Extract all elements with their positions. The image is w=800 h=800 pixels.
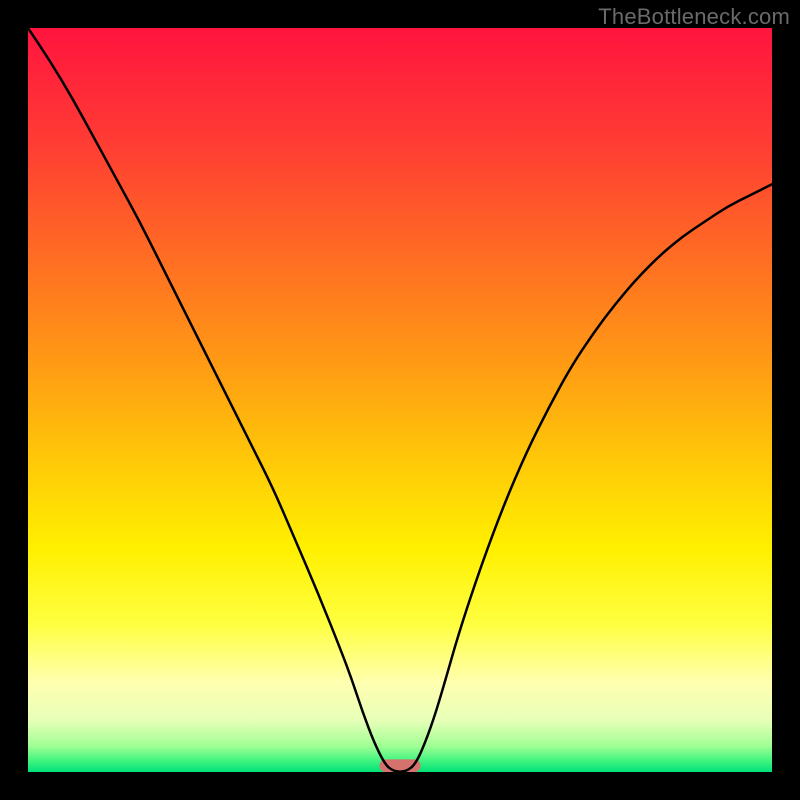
plot-area [28,28,772,772]
plot-svg [28,28,772,772]
gradient-background [28,28,772,772]
watermark-label: TheBottleneck.com [598,4,790,30]
chart-frame: TheBottleneck.com [0,0,800,800]
